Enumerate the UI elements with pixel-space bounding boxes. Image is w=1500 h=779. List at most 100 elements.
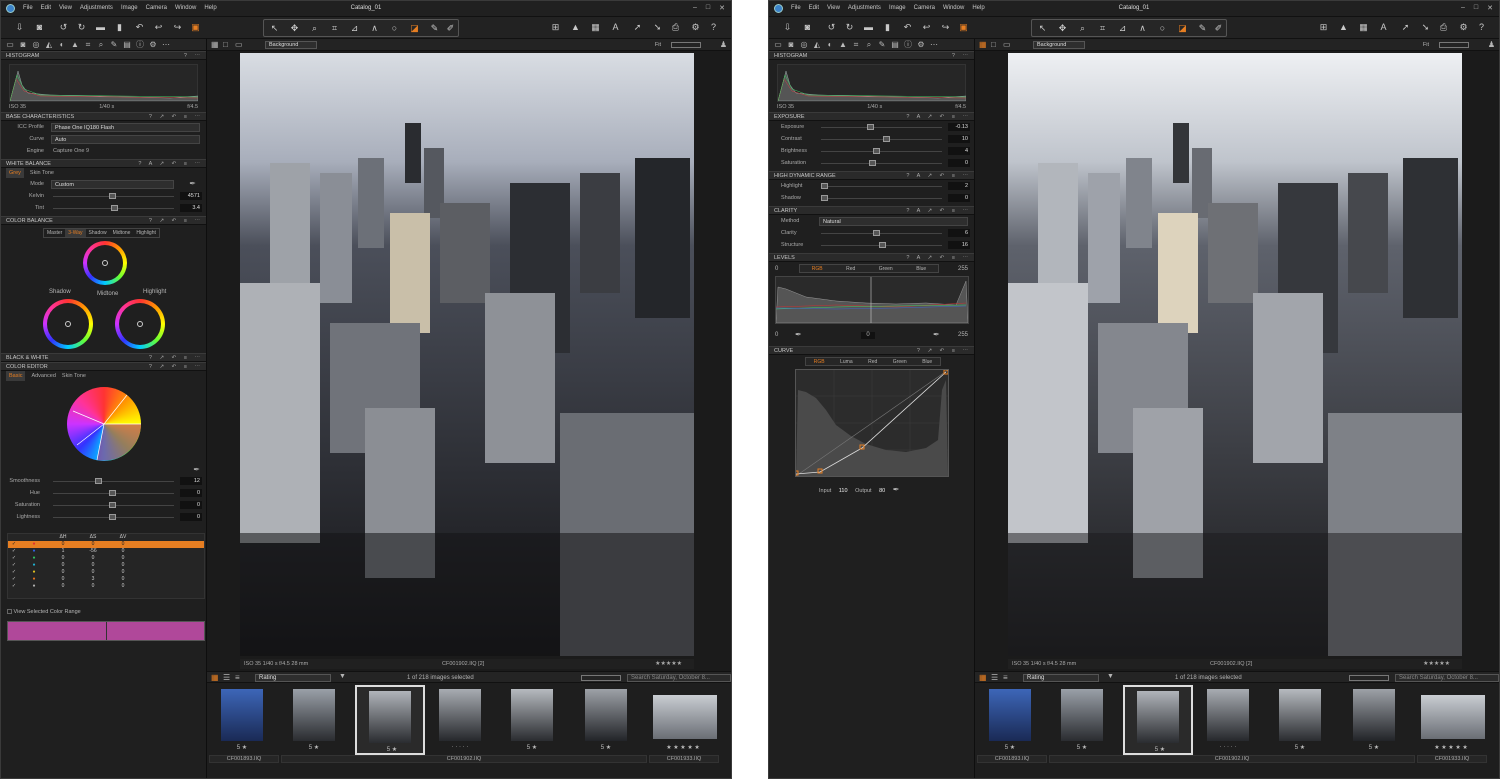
panel-options-icon[interactable]: ? ↗ ↶ ≡ ⋯ xyxy=(917,347,971,355)
hue-knob[interactable] xyxy=(109,490,116,496)
color-picker-icon[interactable]: ◪ xyxy=(408,22,421,35)
capture-icon[interactable]: ◙ xyxy=(801,21,814,34)
copy-apply-icon[interactable]: ▣ xyxy=(957,21,970,34)
user-icon[interactable]: ♟ xyxy=(720,40,727,49)
panel-options-icon[interactable]: ? ⋯ xyxy=(952,52,971,60)
levels-shadow-picker-icon[interactable]: ✒ xyxy=(795,330,802,339)
zoom-slider[interactable] xyxy=(1439,42,1469,48)
ce-tab-basic[interactable]: Basic xyxy=(6,371,26,381)
curve-graph[interactable] xyxy=(793,369,949,477)
brightness-slider[interactable] xyxy=(821,148,942,154)
import-icon[interactable]: ⇩ xyxy=(13,21,26,34)
curve-tab-blue[interactable]: Blue xyxy=(922,358,932,365)
midtone-color-wheel[interactable] xyxy=(83,241,127,285)
settings-gear-icon[interactable]: ⚙ xyxy=(689,21,702,34)
import-icon[interactable]: ⇩ xyxy=(781,21,794,34)
saturation-knob[interactable] xyxy=(869,160,876,166)
print-icon[interactable]: ⎙ xyxy=(669,21,682,34)
histogram-header[interactable]: HISTOGRAM? ⋯ xyxy=(1,51,206,60)
color-table-row[interactable]: ✓ ● 0 0 0 xyxy=(8,541,204,548)
viewer-grid-icon[interactable]: ▦ xyxy=(211,40,219,49)
hue-slider[interactable] xyxy=(53,490,174,496)
metadata-tab-icon[interactable]: ▤ xyxy=(890,40,900,49)
brightness-value[interactable]: 4 xyxy=(948,147,970,155)
thumbnail[interactable]: 5 ★ xyxy=(505,689,557,753)
custom-tab-icon[interactable]: ⋯ xyxy=(929,40,939,49)
undo-icon[interactable]: ↩ xyxy=(152,21,165,34)
pan-icon[interactable]: ✥ xyxy=(1056,22,1069,35)
warning-icon[interactable]: ▲ xyxy=(569,21,582,34)
loupe-icon[interactable]: ⌕ xyxy=(308,22,321,35)
thumbnail-rating[interactable]: 5 ★ xyxy=(987,744,1033,752)
search-tab-icon[interactable]: ⌕ xyxy=(864,40,874,49)
help-icon[interactable]: ? xyxy=(1475,21,1488,34)
crop-icon[interactable]: ⌗ xyxy=(328,22,341,35)
panel-options-icon[interactable]: ? A ↗ ↶ ≡ ⋯ xyxy=(906,172,971,180)
share-icon[interactable]: ➘ xyxy=(651,21,664,34)
rotate-right-icon[interactable]: ↻ xyxy=(843,21,856,34)
minimize-button[interactable]: – xyxy=(693,4,697,12)
color-table-row[interactable]: ✓ ● 0 3 0 xyxy=(8,576,204,583)
contrast-slider[interactable] xyxy=(821,136,942,142)
browser-list-icon[interactable]: ☰ xyxy=(991,673,998,682)
share-icon[interactable]: ➘ xyxy=(1419,21,1432,34)
rating-stars[interactable]: ★★★★★ xyxy=(1423,660,1450,667)
contrast-value[interactable]: 10 xyxy=(948,135,970,143)
rotate-left-icon[interactable]: ↺ xyxy=(57,21,70,34)
ce-saturation-slider[interactable] xyxy=(53,502,174,508)
cb-tab-midtone[interactable]: Midtone xyxy=(110,229,134,237)
smoothness-knob[interactable] xyxy=(95,478,102,484)
redo-icon[interactable]: ↪ xyxy=(171,21,184,34)
reset-icon[interactable]: ↶ xyxy=(901,21,914,34)
thumbnail-rating[interactable]: 5 ★ xyxy=(369,746,415,754)
row-checkbox[interactable]: ✓ xyxy=(8,548,20,555)
panel-options-icon[interactable]: ? ↗ ↶ ≡ ⋯ xyxy=(149,354,203,362)
thumbnail-rating[interactable]: 5 ★ xyxy=(1351,744,1397,752)
search-tab-icon[interactable]: ⌕ xyxy=(96,40,106,49)
redo-icon[interactable]: ↪ xyxy=(939,21,952,34)
settings-gear-icon[interactable]: ⚙ xyxy=(1457,21,1470,34)
text-icon[interactable]: A xyxy=(609,21,622,34)
shadow-color-wheel[interactable] xyxy=(43,299,93,349)
structure-slider[interactable] xyxy=(821,242,942,248)
compare-icon[interactable]: ▦ xyxy=(1357,21,1370,34)
levels-header[interactable]: LEVELS? A ↗ ↶ ≡ ⋯ xyxy=(769,253,974,262)
icc-profile-select[interactable]: Phase One IQ180 Flash xyxy=(51,123,200,132)
hdr-header[interactable]: HIGH DYNAMIC RANGE? A ↗ ↶ ≡ ⋯ xyxy=(769,171,974,180)
browser-filmstrip-icon[interactable]: ≡ xyxy=(235,673,240,682)
grid-view-icon[interactable]: ⊞ xyxy=(549,21,562,34)
levels-input-high[interactable]: 255 xyxy=(958,266,968,272)
export-icon[interactable]: ➚ xyxy=(1399,21,1412,34)
undo-icon[interactable]: ↩ xyxy=(920,21,933,34)
close-button[interactable]: ✕ xyxy=(1487,4,1493,12)
color-picker-eyedropper-icon[interactable]: ✒ xyxy=(193,465,200,474)
trash-icon[interactable]: ▮ xyxy=(113,21,126,34)
cb-tab-master[interactable]: Master xyxy=(44,229,65,237)
folder-icon[interactable]: ▬ xyxy=(862,21,875,34)
wb-tab-skin-tone[interactable]: Skin Tone xyxy=(30,168,54,178)
color-tab-icon[interactable]: ◭ xyxy=(44,40,54,49)
pan-icon[interactable]: ✥ xyxy=(288,22,301,35)
color-tab-icon[interactable]: ◭ xyxy=(812,40,822,49)
maximize-button[interactable]: □ xyxy=(1474,4,1478,12)
thumbnail[interactable]: 5 ★ xyxy=(983,689,1035,753)
curve-tab-luma[interactable]: Luma xyxy=(840,358,853,365)
curve-tab-red[interactable]: Red xyxy=(868,358,877,365)
loupe-icon[interactable]: ⌕ xyxy=(1076,22,1089,35)
background-select[interactable]: Background xyxy=(265,41,317,49)
clarity-knob[interactable] xyxy=(873,230,880,236)
structure-value[interactable]: 16 xyxy=(948,241,970,249)
main-photo[interactable] xyxy=(240,53,694,656)
view-range-checkbox[interactable] xyxy=(7,609,12,615)
tint-knob[interactable] xyxy=(111,205,118,211)
hue-value[interactable]: 0 xyxy=(180,489,202,497)
levels-output-high[interactable]: 255 xyxy=(958,332,968,338)
info-tab-icon[interactable]: ⓘ xyxy=(135,40,145,49)
thumbnail[interactable]: · · · · · xyxy=(433,689,485,753)
browser-grid-icon[interactable]: ▦ xyxy=(979,673,987,682)
curve-tab-rgb[interactable]: RGB xyxy=(814,358,825,365)
detail-tab-icon[interactable]: ▲ xyxy=(70,40,80,49)
shadow-slider[interactable] xyxy=(821,195,942,201)
highlight-wheel-handle[interactable] xyxy=(137,321,143,327)
row-checkbox[interactable]: ✓ xyxy=(8,576,20,583)
